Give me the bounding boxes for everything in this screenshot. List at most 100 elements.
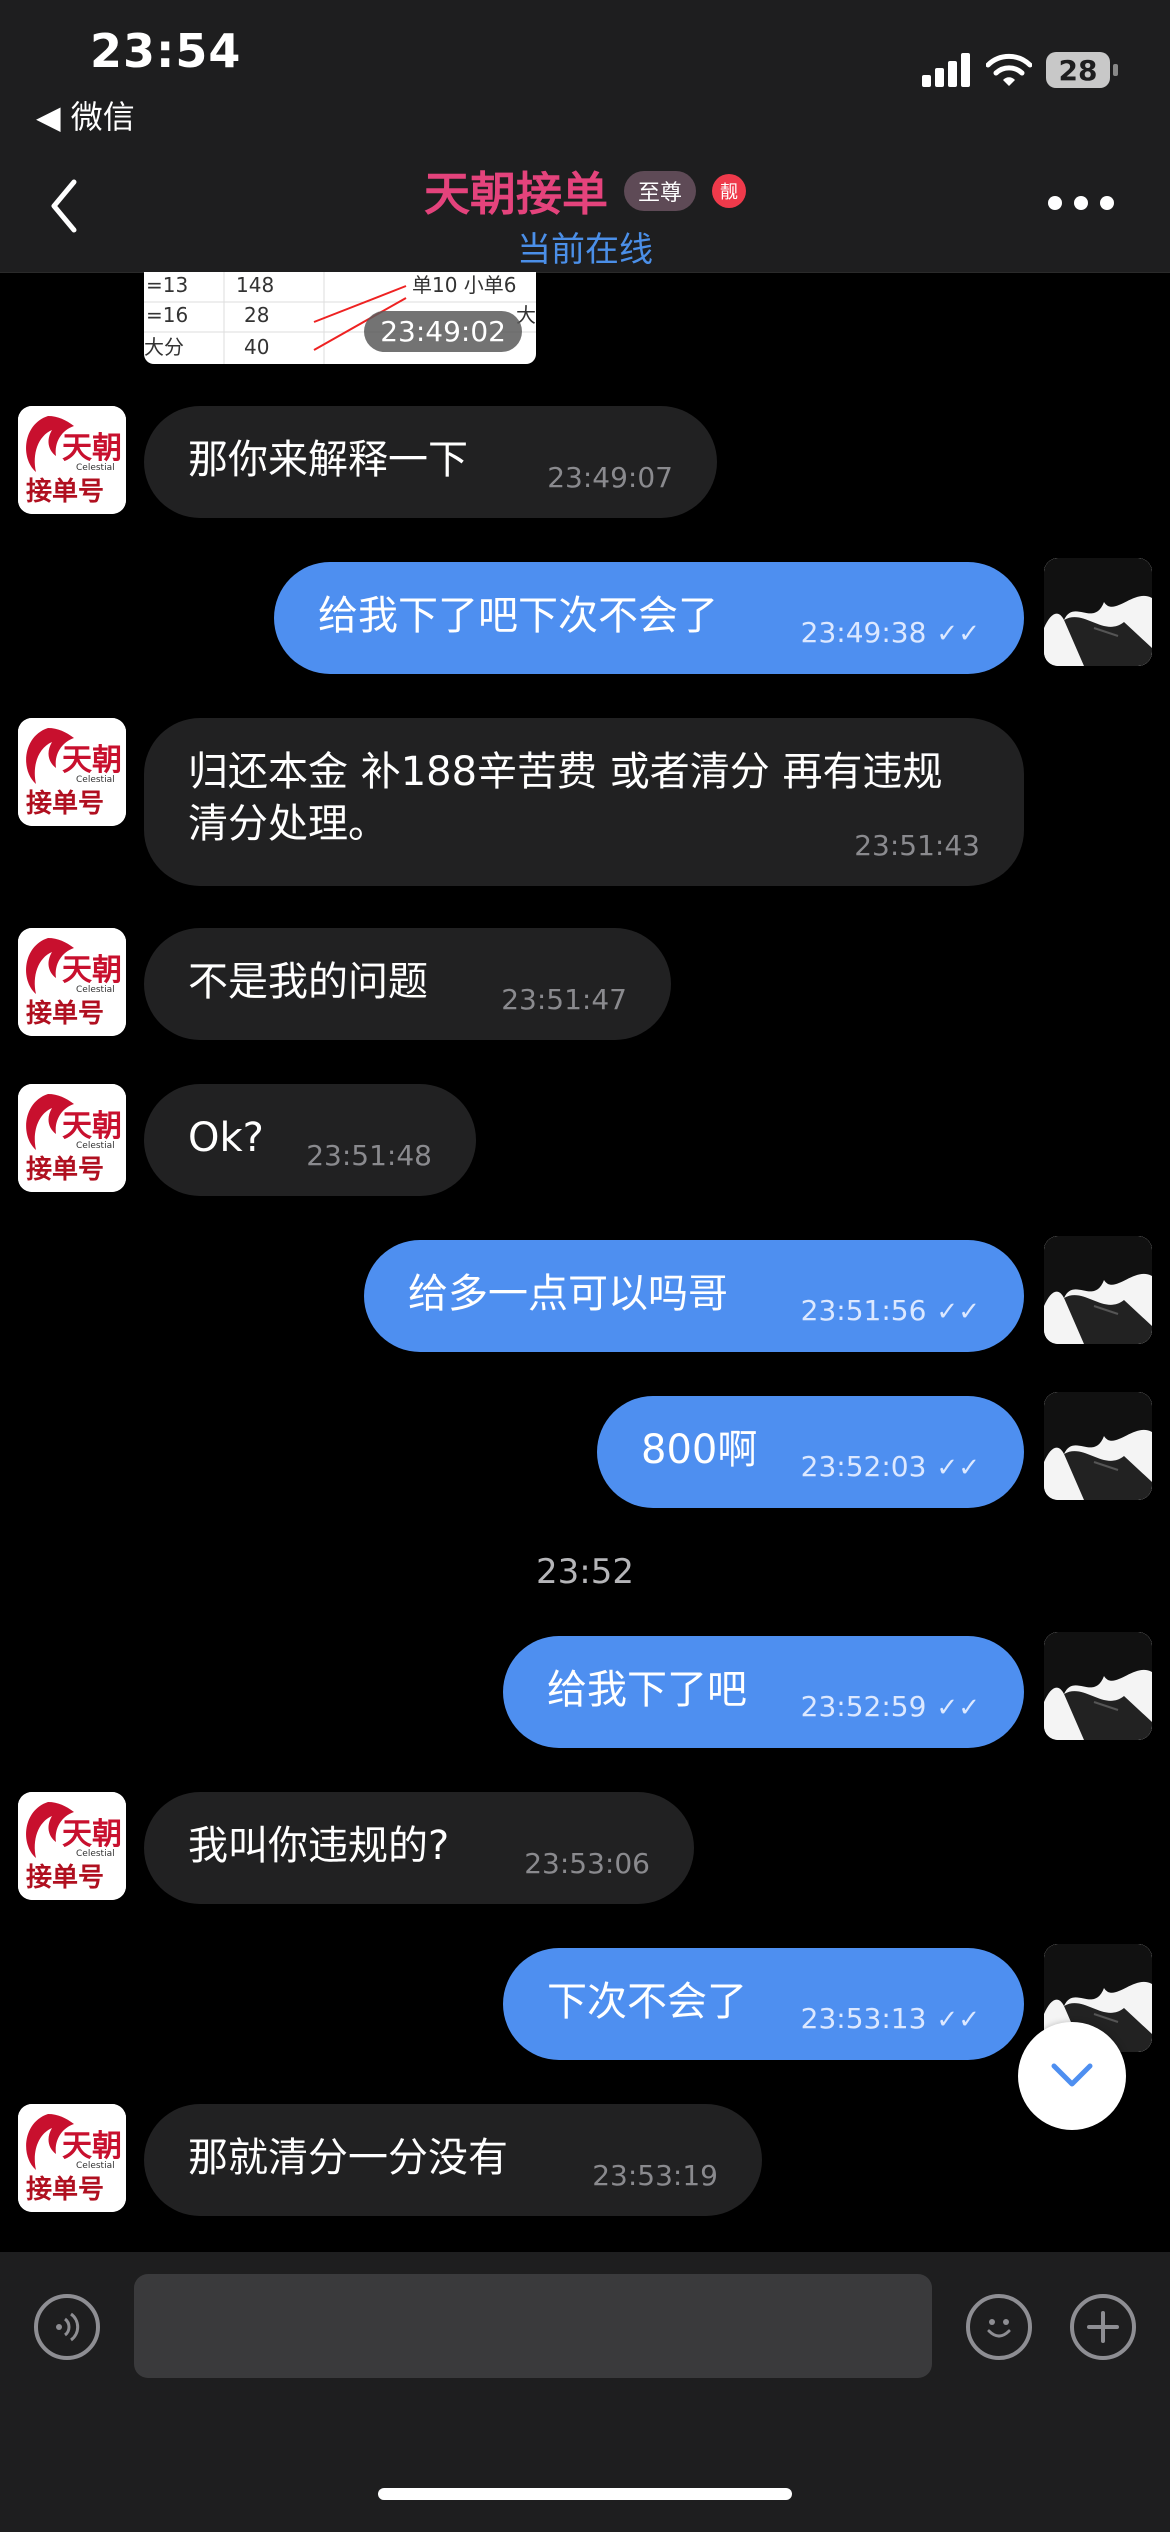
message-input[interactable] bbox=[134, 2274, 932, 2378]
dragon-logo-icon: 天朝Celestial 接单号 bbox=[18, 1084, 126, 1192]
logo-text-main: 天朝 bbox=[62, 953, 122, 988]
message-time: 23:53:19 bbox=[592, 2159, 718, 2192]
message-time: 23:51:43 bbox=[854, 829, 980, 862]
message-time: 23:52:59 bbox=[800, 1690, 927, 1723]
message-time: 23:49:38 bbox=[800, 616, 927, 649]
message-text: 下次不会了 bbox=[547, 1979, 747, 2025]
status-bar: 23:54 ◀ 微信 28 bbox=[0, 0, 1170, 140]
scroll-to-bottom-button[interactable] bbox=[1018, 2022, 1126, 2130]
cell-text: 单10 小单6 bbox=[412, 273, 517, 297]
home-indicator bbox=[378, 2488, 792, 2500]
message-text: 我叫你违规的? bbox=[188, 1823, 450, 1869]
message-time: 23:53:13 bbox=[800, 2002, 927, 2035]
smiley-icon bbox=[987, 2319, 1011, 2338]
logo-text-small: Celestial bbox=[76, 985, 115, 995]
contact-avatar[interactable]: 天朝 Celestial 接单号 bbox=[18, 928, 126, 1036]
outgoing-message[interactable]: 给我下了吧 23:52:59 ✓✓ bbox=[503, 1636, 1024, 1748]
message-timestamp: 23:51:56 ✓✓ bbox=[801, 1285, 980, 1338]
logo-text-small: Celestial bbox=[76, 463, 115, 473]
emoji-button[interactable] bbox=[966, 2294, 1032, 2360]
logo-text-main: 天朝 bbox=[62, 743, 122, 778]
pretty-number-badge: 靓 bbox=[712, 174, 746, 208]
cell-text: =13 bbox=[146, 273, 188, 297]
logo-text-small: Celestial bbox=[76, 775, 115, 785]
read-receipt-icon: ✓✓ bbox=[936, 1453, 980, 1483]
cell-text: 40 bbox=[244, 335, 269, 359]
message-timestamp: 23:51:43 bbox=[854, 820, 980, 872]
anime-avatar-icon bbox=[1044, 558, 1152, 666]
cellular-signal-icon bbox=[922, 53, 970, 87]
message-text: 800啊 bbox=[641, 1427, 758, 1473]
image-timestamp: 23:49:02 bbox=[364, 311, 522, 352]
logo-text-sub: 接单号 bbox=[26, 789, 104, 819]
anime-avatar-icon bbox=[1044, 1236, 1152, 1344]
message-time: 23:53:06 bbox=[524, 1847, 650, 1880]
message-text: 那你来解释一下 bbox=[188, 437, 468, 483]
chat-header: 天朝接单 至尊 靓 当前在线 bbox=[0, 140, 1170, 273]
contact-avatar[interactable]: 天朝 Celestial 接单号 bbox=[18, 1084, 126, 1192]
contact-avatar[interactable]: 天朝 Celestial 接单号 bbox=[18, 2104, 126, 2212]
voice-wave-icon bbox=[56, 2312, 80, 2342]
chat-title[interactable]: 天朝接单 bbox=[424, 158, 608, 224]
back-to-app-link[interactable]: ◀ 微信 bbox=[36, 92, 135, 138]
my-avatar[interactable] bbox=[1044, 1632, 1152, 1740]
message-timestamp: 23:52:59 ✓✓ bbox=[801, 1681, 980, 1734]
title-row: 天朝接单 至尊 靓 bbox=[0, 158, 1170, 224]
message-text: Ok? bbox=[188, 1115, 264, 1161]
message-timestamp: 23:49:07 bbox=[547, 452, 673, 504]
image-message[interactable]: =13 148 单10 小单6 =16 28 大 大分 40 23:49:02 bbox=[144, 272, 536, 364]
logo-text-small: Celestial bbox=[76, 1141, 115, 1151]
outgoing-message[interactable]: 800啊 23:52:03 ✓✓ bbox=[597, 1396, 1024, 1508]
cell-text: 28 bbox=[244, 303, 269, 327]
logo-text-sub: 接单号 bbox=[26, 1155, 104, 1185]
message-timestamp: 23:53:19 bbox=[592, 2150, 718, 2202]
online-status: 当前在线 bbox=[517, 230, 653, 270]
voice-input-button[interactable] bbox=[34, 2294, 100, 2360]
message-time: 23:51:56 bbox=[800, 1294, 927, 1327]
incoming-message[interactable]: 归还本金 补188辛苦费 或者清分 再有违规清分处理。 23:51:43 bbox=[144, 718, 1024, 886]
anime-avatar-icon bbox=[1044, 1632, 1152, 1740]
more-options-icon[interactable] bbox=[1048, 196, 1114, 210]
logo-text-main: 天朝 bbox=[62, 2129, 122, 2164]
incoming-message[interactable]: 那就清分一分没有 23:53:19 bbox=[144, 2104, 762, 2216]
logo-text-small: Celestial bbox=[76, 1849, 115, 1859]
incoming-message[interactable]: 我叫你违规的? 23:53:06 bbox=[144, 1792, 694, 1904]
contact-avatar[interactable]: 天朝 Celestial 接单号 bbox=[18, 718, 126, 826]
incoming-message[interactable]: Ok? 23:51:48 bbox=[144, 1084, 476, 1196]
logo-text-sub: 接单号 bbox=[26, 999, 104, 1029]
logo-text-sub: 接单号 bbox=[26, 1863, 104, 1893]
outgoing-message[interactable]: 给多一点可以吗哥 23:51:56 ✓✓ bbox=[364, 1240, 1024, 1352]
read-receipt-icon: ✓✓ bbox=[936, 1693, 980, 1723]
incoming-message[interactable]: 不是我的问题 23:51:47 bbox=[144, 928, 671, 1040]
contact-avatar[interactable]: 天朝 Celestial 接单号 bbox=[18, 1792, 126, 1900]
message-timestamp: 23:51:47 bbox=[501, 974, 627, 1026]
logo-text-sub: 接单号 bbox=[26, 2175, 104, 2205]
my-avatar[interactable] bbox=[1044, 1392, 1152, 1500]
dragon-logo-icon: 天朝Celestial 接单号 bbox=[18, 928, 126, 1036]
message-time: 23:49:07 bbox=[547, 461, 673, 494]
message-text: 给多一点可以吗哥 bbox=[408, 1271, 728, 1317]
outgoing-message[interactable]: 给我下了吧下次不会了 23:49:38 ✓✓ bbox=[274, 562, 1024, 674]
my-avatar[interactable] bbox=[1044, 1236, 1152, 1344]
cell-text: 148 bbox=[236, 273, 274, 297]
dragon-logo-icon: 天朝Celestial 接单号 bbox=[18, 1792, 126, 1900]
battery-icon: 28 bbox=[1046, 52, 1118, 88]
message-text: 给我下了吧下次不会了 bbox=[318, 593, 718, 639]
message-timestamp: 23:49:38 ✓✓ bbox=[801, 607, 980, 660]
dragon-logo-icon: 天朝Celestial 接单号 bbox=[18, 718, 126, 826]
dragon-logo-icon: 天朝Celestial 接单号 bbox=[18, 406, 126, 514]
wifi-icon bbox=[986, 53, 1032, 86]
outgoing-message[interactable]: 下次不会了 23:53:13 ✓✓ bbox=[503, 1948, 1024, 2060]
anime-avatar-icon bbox=[1044, 1392, 1152, 1500]
plus-icon[interactable] bbox=[1070, 2294, 1136, 2360]
contact-avatar[interactable]: 天朝 Celestial 接单号 bbox=[18, 406, 126, 514]
message-time: 23:51:48 bbox=[306, 1139, 432, 1172]
my-avatar[interactable] bbox=[1044, 558, 1152, 666]
time-divider: 23:52 bbox=[536, 1552, 634, 1592]
incoming-message[interactable]: 那你来解释一下 23:49:07 bbox=[144, 406, 717, 518]
message-text: 那就清分一分没有 bbox=[188, 2135, 508, 2181]
cell-text: =16 bbox=[146, 303, 188, 327]
logo-text-main: 天朝 bbox=[62, 1817, 122, 1852]
status-time: 23:54 bbox=[90, 24, 242, 78]
message-text: 归还本金 补188辛苦费 或者清分 再有违规清分处理。 bbox=[188, 749, 943, 847]
